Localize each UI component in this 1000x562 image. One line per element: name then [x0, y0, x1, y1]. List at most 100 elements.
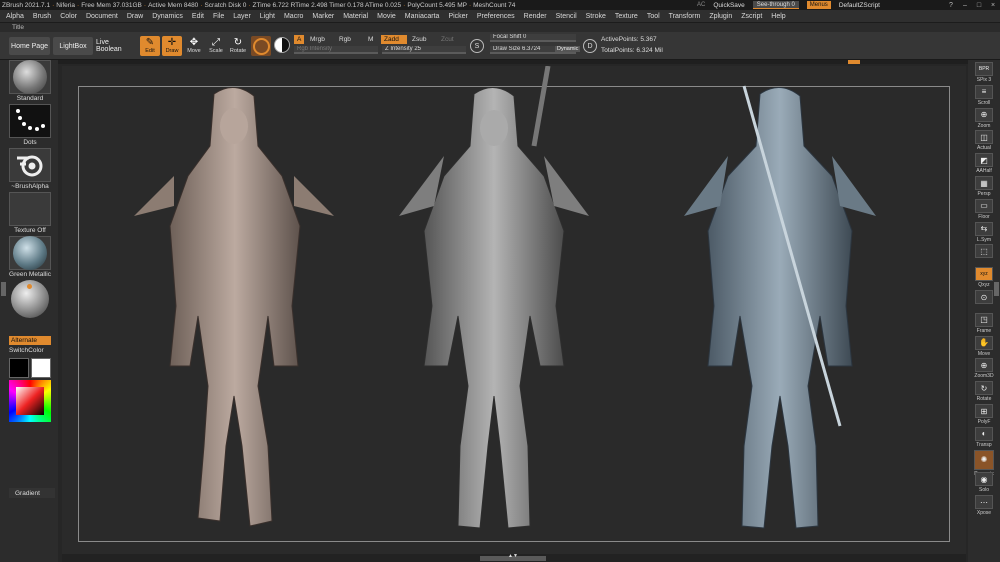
minimize-icon[interactable]: –	[960, 2, 970, 9]
z-intensity-slider[interactable]: Z Intensity 25	[382, 46, 466, 54]
pivot-icon: ⊙	[975, 290, 993, 304]
right-shelf-spix-3[interactable]: BPR SPix 3	[973, 62, 995, 83]
menu-stroke[interactable]: Stroke	[586, 13, 606, 20]
right-shelf-actual[interactable]: ◫ Actual	[973, 130, 995, 151]
color-picker[interactable]	[9, 380, 51, 422]
title-palette: Title	[0, 23, 1000, 32]
menu-render[interactable]: Render	[524, 13, 547, 20]
menu-material[interactable]: Material	[343, 13, 368, 20]
right-shelf-item-10[interactable]: ⊙	[973, 290, 995, 304]
menu-edit[interactable]: Edit	[192, 13, 204, 20]
d-size-icon[interactable]: D	[583, 39, 597, 53]
texture-thumbnail[interactable]	[9, 192, 51, 226]
secondary-color-swatch[interactable]	[31, 358, 51, 378]
main-color-swatch[interactable]	[9, 358, 29, 378]
right-shelf-l-sym[interactable]: ⇆ L.Sym	[973, 221, 995, 243]
gizmo-toggle-icon[interactable]	[274, 37, 290, 53]
focal-shift-slider[interactable]: Focal Shift 0	[490, 34, 576, 42]
right-shelf-polyf[interactable]: ⊞ PolyF	[973, 404, 995, 425]
edit-mode-button[interactable]: ✎ Edit	[140, 36, 160, 56]
menu-draw[interactable]: Draw	[127, 13, 143, 20]
home-page-button[interactable]: Home Page	[9, 37, 50, 55]
menu-brush[interactable]: Brush	[33, 13, 51, 20]
menu-color[interactable]: Color	[60, 13, 77, 20]
see-through-slider[interactable]: See-through 0	[752, 1, 799, 9]
right-shelf-rotate[interactable]: ↻ Rotate	[973, 381, 995, 402]
gradient-toggle[interactable]: Gradient	[9, 488, 55, 498]
right-shelf-collapse-icon[interactable]	[994, 282, 999, 296]
menu-zplugin[interactable]: Zplugin	[709, 13, 732, 20]
default-zscript-button[interactable]: DefaultZScript	[839, 2, 880, 9]
window-controls: ? – □ ×	[946, 0, 998, 10]
mrgb-button[interactable]: Mrgb	[310, 35, 325, 44]
menu-help[interactable]: Help	[771, 13, 785, 20]
right-shelf-solo[interactable]: ◉ Solo	[973, 472, 995, 493]
viewport-canvas[interactable]	[62, 66, 966, 554]
sculptris-pro-icon[interactable]	[251, 36, 271, 56]
right-shelf-zoom[interactable]: ⊕ Zoom	[973, 107, 995, 129]
menus-toggle[interactable]: Menus	[806, 1, 831, 9]
right-shelf-floor[interactable]: ▭ Floor	[973, 198, 995, 220]
right-shelf-move[interactable]: ✋ Move	[973, 335, 995, 357]
bottom-shelf-toggle-icon[interactable]	[480, 553, 546, 561]
scale-mode-button[interactable]: ⤢ Scale	[206, 36, 226, 56]
m-button[interactable]: M	[368, 35, 373, 44]
right-shelf-qxyz[interactable]: xyz Qxyz	[973, 267, 995, 288]
alpha-thumbnail[interactable]	[9, 148, 51, 182]
menu-layer[interactable]: Layer	[233, 13, 251, 20]
right-shelf-transp[interactable]: ◐ Transp	[973, 426, 995, 448]
menu-picker[interactable]: Picker	[448, 13, 467, 20]
material-thumbnail[interactable]	[9, 236, 51, 270]
menu-light[interactable]: Light	[260, 13, 275, 20]
dynamic-toggle[interactable]: Dynamic	[555, 46, 581, 52]
draw-mode-button[interactable]: ✛ Draw	[162, 36, 182, 56]
alpha-label: ~BrushAlpha	[11, 183, 49, 190]
menu-tool[interactable]: Tool	[647, 13, 660, 20]
menu-stencil[interactable]: Stencil	[556, 13, 577, 20]
maximize-icon[interactable]: □	[974, 2, 984, 9]
zadd-button[interactable]: Zadd	[381, 35, 407, 44]
material-preview-sphere[interactable]	[11, 280, 49, 318]
right-shelf-frame[interactable]: ◳ Frame	[973, 312, 995, 334]
right-shelf-xpose[interactable]: ⋯ Xpose	[973, 495, 995, 516]
menu-preferences[interactable]: Preferences	[477, 13, 515, 20]
right-shelf-aahalf[interactable]: ◩ AAHalf	[973, 153, 995, 174]
solo-icon: ◉	[975, 472, 993, 487]
quicksave-button[interactable]: QuickSave	[713, 2, 744, 9]
right-shelf-label: SPix 3	[976, 77, 992, 83]
move-mode-button[interactable]: ✥ Move	[184, 36, 204, 56]
lightbox-button[interactable]: LightBox	[53, 37, 93, 55]
right-shelf-item-8[interactable]: ⬚	[973, 244, 995, 259]
menu-transform[interactable]: Transform	[669, 13, 701, 20]
zcut-button[interactable]: Zcut	[441, 35, 454, 44]
menu-zscript[interactable]: Zscript	[741, 13, 762, 20]
switch-color-button[interactable]: SwitchColor	[9, 347, 44, 354]
menu-dynamics[interactable]: Dynamics	[152, 13, 183, 20]
stat-free-mem: Free Mem 37.031GB	[81, 1, 142, 9]
menu-macro[interactable]: Macro	[284, 13, 303, 20]
left-shelf-collapse-icon[interactable]	[1, 282, 6, 296]
s-size-icon[interactable]: S	[470, 39, 484, 53]
help-icon[interactable]: ?	[946, 2, 956, 9]
rgb-button[interactable]: Rgb	[339, 35, 351, 44]
zsub-button[interactable]: Zsub	[412, 35, 426, 44]
rgb-intensity-slider[interactable]: Rgb Intensity	[294, 46, 378, 54]
menu-alpha[interactable]: Alpha	[6, 13, 24, 20]
rotate-mode-button[interactable]: ↻ Rotate	[228, 36, 248, 56]
menu-texture[interactable]: Texture	[615, 13, 638, 20]
live-boolean-button[interactable]: Live Boolean	[96, 37, 136, 55]
menu-document[interactable]: Document	[86, 13, 118, 20]
right-shelf-zoom3d[interactable]: ⊕ Zoom3D	[973, 358, 995, 379]
a-button[interactable]: A	[294, 35, 305, 44]
app-version: ZBrush 2021.7.1	[2, 1, 51, 9]
close-icon[interactable]: ×	[988, 2, 998, 9]
alternate-toggle[interactable]: Alternate	[9, 336, 51, 345]
menu-movie[interactable]: Movie	[377, 13, 396, 20]
right-shelf-persp[interactable]: ▦ Persp	[973, 176, 995, 197]
menu-file[interactable]: File	[213, 13, 224, 20]
right-shelf-scroll[interactable]: ≡ Scroll	[973, 84, 995, 106]
brush-thumbnail[interactable]	[9, 60, 51, 94]
stroke-thumbnail[interactable]	[9, 104, 51, 138]
menu-marker[interactable]: Marker	[312, 13, 334, 20]
menu-maniacarta[interactable]: Maniacarta	[405, 13, 440, 20]
